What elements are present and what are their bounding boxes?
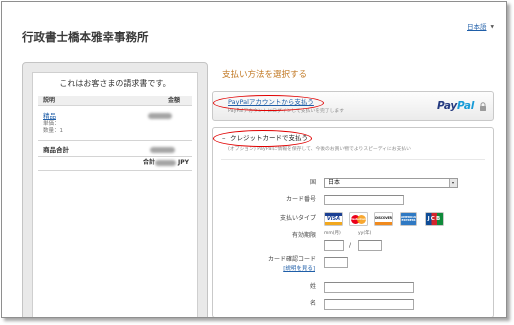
expiry-month-input[interactable]: [324, 240, 344, 251]
discover-logo-text: DISCOVER: [375, 215, 392, 220]
mastercard-logo: MasterCard: [349, 212, 368, 226]
last-name-input[interactable]: [324, 282, 414, 293]
cvv-label: カード確認コード: [267, 256, 316, 263]
column-header-amount: 金額: [167, 97, 180, 104]
paypal-logo: PayPal: [437, 100, 474, 113]
visa-logo-text: VISA: [326, 216, 341, 222]
invoice-heading: これはお客さまの請求書です。: [59, 79, 171, 88]
credit-card-option-box: – クレジットカードで支払う (オプション) PayPalに情報を保存して、今後…: [212, 127, 494, 317]
country-select-value[interactable]: 日本: [328, 179, 340, 186]
divider: [38, 170, 192, 171]
invoice-card: これはお客さまの請求書です。 説明 金額 精品 単価： 数量：1 商品合計 合計…: [32, 72, 198, 317]
redacted-item-amount: [148, 113, 172, 119]
amex-logo: AMERICAN EXPRESS: [400, 212, 417, 226]
jcb-logo: JCB: [425, 212, 444, 226]
year-hint: yy(年): [358, 231, 372, 236]
total-currency: JPY: [178, 159, 189, 166]
divider: [38, 140, 192, 141]
expiry-separator: /: [349, 242, 352, 249]
paypal-logo-pay: Pay: [437, 100, 458, 112]
page-frame: 行政書士橋本雅幸事務所 日本語 ▼ これはお客さまの請求書です。 説明 金額 精品…: [1, 1, 507, 318]
first-name-label: 名: [309, 300, 316, 307]
expiry-label: 有効期限: [291, 232, 316, 239]
payment-method-heading: 支払い方法を選択する: [222, 70, 308, 80]
card-type-label: 支払いタイプ: [279, 215, 316, 222]
cvv-input[interactable]: [324, 257, 348, 268]
divider: [221, 159, 485, 160]
dropdown-arrow-icon[interactable]: [449, 179, 457, 187]
card-number-label: カード番号: [285, 196, 316, 203]
language-selector[interactable]: 日本語 ▼: [467, 23, 494, 32]
quantity-label: 数量：1: [43, 128, 63, 134]
column-header-description: 説明: [43, 97, 56, 104]
annotation-ellipse-paypal: [213, 95, 324, 111]
month-hint: mm(月): [324, 231, 341, 236]
annotation-ellipse-card: [213, 130, 312, 147]
divider: [38, 156, 192, 157]
chevron-down-icon[interactable]: ▼: [491, 25, 494, 30]
invoice-table-header: 説明 金額: [38, 96, 192, 106]
language-label[interactable]: 日本語: [467, 23, 487, 31]
mastercard-logo-text: MasterCard: [350, 217, 367, 221]
total-label: 合計: [143, 159, 156, 166]
visa-logo: VISA: [324, 212, 343, 226]
lock-icon: [480, 102, 486, 111]
discover-logo: DISCOVER: [374, 212, 393, 226]
item-name-link[interactable]: 精品: [43, 112, 56, 120]
cvv-help-link[interactable]: [説明を見る]: [213, 265, 315, 273]
card-number-input[interactable]: [324, 195, 404, 205]
redacted-subtotal-amount: [150, 147, 175, 153]
paypal-logo-pal: Pal: [457, 100, 475, 112]
subtotal-label: 商品合計: [43, 146, 69, 154]
country-label: 国: [309, 179, 316, 186]
card-type-logos: VISA MasterCard DISCOVER AMERICAN EXPRES…: [324, 212, 458, 226]
merchant-title: 行政書士橋本雅幸事務所: [22, 30, 149, 44]
redacted-total-amount: [155, 160, 176, 166]
last-name-label: 姓: [309, 283, 316, 290]
expiry-year-input[interactable]: [358, 240, 382, 251]
country-select[interactable]: 日本: [324, 178, 458, 188]
unit-price-label: 単価：: [43, 121, 60, 127]
jcb-logo-text: JCB: [427, 216, 442, 222]
amex-logo-text: AMERICAN EXPRESS: [401, 214, 417, 222]
invoice-panel: これはお客さまの請求書です。 説明 金額 精品 単価： 数量：1 商品合計 合計…: [22, 62, 208, 317]
first-name-input[interactable]: [324, 299, 414, 310]
card-option-note: (オプション) PayPalに情報を保存して、今後のお買い物でよりスピーディにお…: [228, 147, 411, 152]
